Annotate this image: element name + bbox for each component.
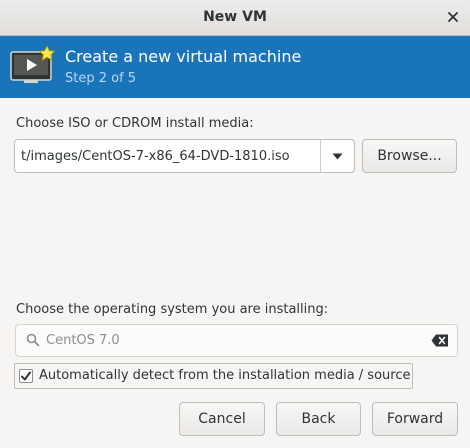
- os-search-value[interactable]: CentOS 7.0: [46, 333, 120, 348]
- checkbox-box[interactable]: [19, 369, 33, 383]
- install-media-label: Choose ISO or CDROM install media:: [16, 116, 254, 131]
- close-icon[interactable]: [444, 8, 462, 26]
- title-bar: New VM: [0, 0, 470, 36]
- auto-detect-checkbox[interactable]: Automatically detect from the installati…: [14, 363, 413, 389]
- clear-text-icon[interactable]: [431, 334, 449, 351]
- window-title: New VM: [203, 9, 267, 25]
- auto-detect-label: Automatically detect from the installati…: [39, 368, 411, 383]
- vm-screen-icon: [10, 45, 56, 92]
- back-button[interactable]: Back: [276, 402, 361, 436]
- install-media-path[interactable]: t/images/CentOS-7-x86_64-DVD-1810.iso: [21, 149, 323, 164]
- cancel-button[interactable]: Cancel: [179, 402, 265, 436]
- search-icon: [26, 333, 40, 351]
- wizard-heading: Create a new virtual machine: [65, 47, 302, 66]
- wizard-step-indicator: Step 2 of 5: [65, 71, 137, 86]
- checkmark-icon: [21, 371, 31, 381]
- os-search-field[interactable]: CentOS 7.0: [15, 324, 458, 357]
- wizard-banner: Create a new virtual machine Step 2 of 5: [0, 36, 470, 98]
- install-media-combobox[interactable]: t/images/CentOS-7-x86_64-DVD-1810.iso: [14, 139, 355, 173]
- os-label: Choose the operating system you are inst…: [16, 302, 329, 317]
- browse-button[interactable]: Browse...: [362, 139, 457, 173]
- forward-button[interactable]: Forward: [372, 402, 458, 436]
- dropdown-arrow-icon[interactable]: [321, 140, 354, 172]
